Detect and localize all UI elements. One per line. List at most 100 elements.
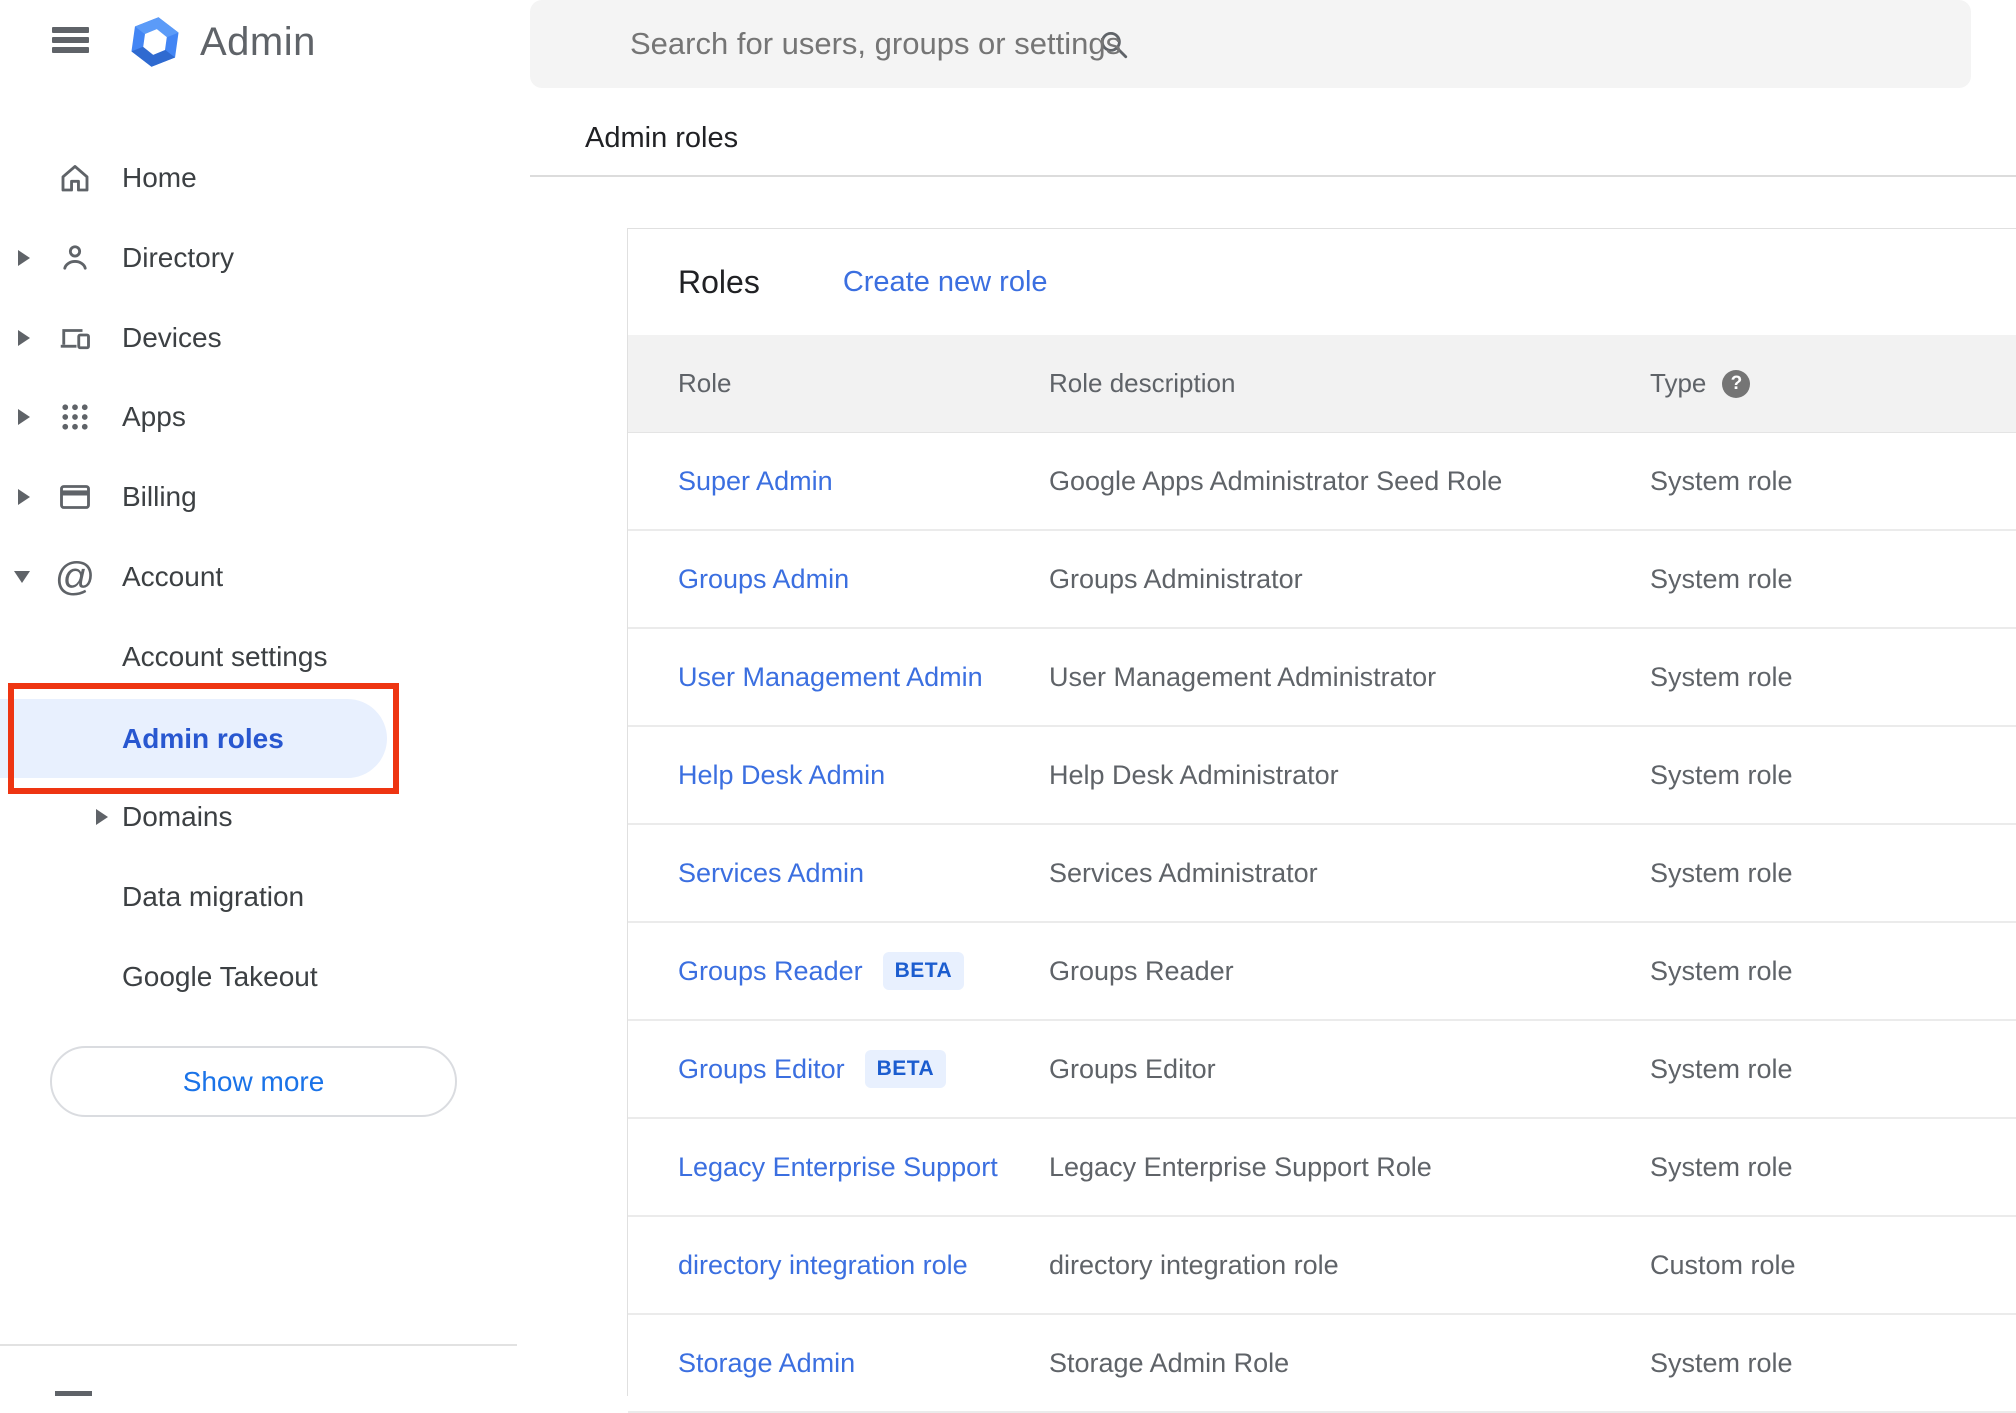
role-type: System role [1650,661,1793,692]
hamburger-bar [52,47,89,53]
table-row: Groups Editor BETA Groups Editor System … [628,1021,2016,1119]
role-type: System role [1650,1053,1793,1084]
role-link[interactable]: Storage Admin [678,1348,855,1379]
role-cell: Help Desk Admin [678,760,1049,791]
table-row: Services Admin Services Administrator Sy… [628,825,2016,923]
role-cell: Super Admin [678,466,1049,497]
sidebar-item-label: Devices [122,322,222,353]
expand-arrow-icon[interactable] [18,489,30,505]
credit-card-icon [57,479,93,515]
sidebar: Admin Home Directory Devices Apps Billin… [0,0,517,1396]
hamburger-bar [52,27,89,33]
expand-arrow-icon[interactable] [18,250,30,266]
sidebar-item-label: Apps [122,401,186,432]
admin-logo-icon [127,14,183,75]
column-header-description: Role description [1049,368,1236,398]
role-type: System role [1650,465,1793,496]
sidebar-item-label: Google Takeout [122,961,318,992]
role-type: System role [1650,1151,1793,1182]
card-title: Roles [678,263,760,300]
role-description: Groups Administrator [1049,563,1303,594]
role-description: Services Administrator [1049,857,1318,888]
role-link[interactable]: Services Admin [678,858,864,889]
sidebar-item-label: Admin roles [122,722,284,754]
role-type: System role [1650,857,1793,888]
role-description: Groups Editor [1049,1053,1216,1084]
at-sign-icon: @ [54,554,96,599]
sidebar-item-devices[interactable]: Devices [0,310,517,366]
role-type: System role [1650,1347,1793,1378]
role-link[interactable]: Groups Admin [678,564,849,595]
hamburger-bar [52,37,89,43]
sidebar-item-google-takeout[interactable]: Google Takeout [0,949,517,1005]
role-type: System role [1650,955,1793,986]
role-link[interactable]: directory integration role [678,1250,968,1281]
role-cell: User Management Admin [678,662,1049,693]
sidebar-item-apps[interactable]: Apps [0,389,517,445]
role-link[interactable]: Groups Reader [678,956,863,987]
beta-badge: BETA [882,952,965,990]
table-row: directory integration role directory int… [628,1217,2016,1315]
sidebar-item-label: Billing [122,481,197,512]
role-description: directory integration role [1049,1249,1339,1280]
sidebar-item-home[interactable]: Home [0,150,517,206]
role-cell: Groups Editor BETA [678,1050,1049,1088]
role-description: Groups Reader [1049,955,1234,986]
show-more-button[interactable]: Show more [50,1046,457,1117]
role-cell: directory integration role [678,1250,1049,1281]
hamburger-menu-button[interactable] [52,27,89,55]
sidebar-item-label: Account [122,561,224,592]
table-row: User Management Admin User Management Ad… [628,629,2016,727]
sidebar-item-billing[interactable]: Billing [0,469,517,525]
role-cell: Services Admin [678,858,1049,889]
role-cell: Legacy Enterprise Support [678,1152,1049,1183]
person-icon [57,240,93,276]
role-description: Help Desk Administrator [1049,759,1339,790]
apps-grid-icon [57,399,93,435]
role-link[interactable]: User Management Admin [678,662,983,693]
search-input[interactable] [630,0,1950,88]
role-type: Custom role [1650,1249,1796,1280]
sidebar-item-domains[interactable]: Domains [0,789,517,845]
role-type: System role [1650,759,1793,790]
card-header: Roles Create new role [628,229,2016,335]
column-header-role: Role [678,368,732,398]
roles-card: Roles Create new role Role Role descript… [627,228,2016,1413]
table-row: Super Admin Google Apps Administrator Se… [628,433,2016,531]
role-cell: Groups Reader BETA [678,952,1049,990]
sidebar-item-label: Data migration [122,881,305,912]
sidebar-item-data-migration[interactable]: Data migration [0,869,517,925]
type-help-icon[interactable]: ? [1722,369,1751,398]
sidebar-item-label: Domains [122,801,233,832]
role-link[interactable]: Super Admin [678,466,833,497]
devices-icon [57,320,93,356]
collapse-arrow-icon[interactable] [14,571,30,583]
expand-arrow-icon[interactable] [18,330,30,346]
role-description: Google Apps Administrator Seed Role [1049,465,1503,496]
role-link[interactable]: Legacy Enterprise Support [678,1152,998,1183]
home-icon [57,160,93,196]
sidebar-item-admin-roles[interactable]: Admin roles [0,699,387,778]
role-description: Storage Admin Role [1049,1347,1290,1378]
feedback-icon[interactable] [55,1391,92,1396]
breadcrumb: Admin roles [585,122,739,154]
role-link[interactable]: Groups Editor [678,1054,845,1085]
table-header: Role Role description Type ? [628,335,2016,433]
expand-arrow-icon[interactable] [96,809,108,825]
table-row: Legacy Enterprise Support Legacy Enterpr… [628,1119,2016,1217]
sidebar-item-account[interactable]: @ Account [0,549,517,605]
header-divider [530,175,2016,177]
create-new-role-link[interactable]: Create new role [843,266,1048,299]
sidebar-item-label: Directory [122,242,235,273]
role-link[interactable]: Help Desk Admin [678,760,885,791]
column-header-type: Type [1650,368,1707,398]
table-row: Groups Admin Groups Administrator System… [628,531,2016,629]
sidebar-item-directory[interactable]: Directory [0,230,517,286]
beta-badge: BETA [864,1050,947,1088]
admin-logo-text: Admin [200,20,316,64]
sidebar-item-account-settings[interactable]: Account settings [0,629,517,685]
sidebar-item-label: Home [122,162,197,193]
expand-arrow-icon[interactable] [18,409,30,425]
role-cell: Groups Admin [678,564,1049,595]
table-row: Groups Reader BETA Groups Reader System … [628,923,2016,1021]
